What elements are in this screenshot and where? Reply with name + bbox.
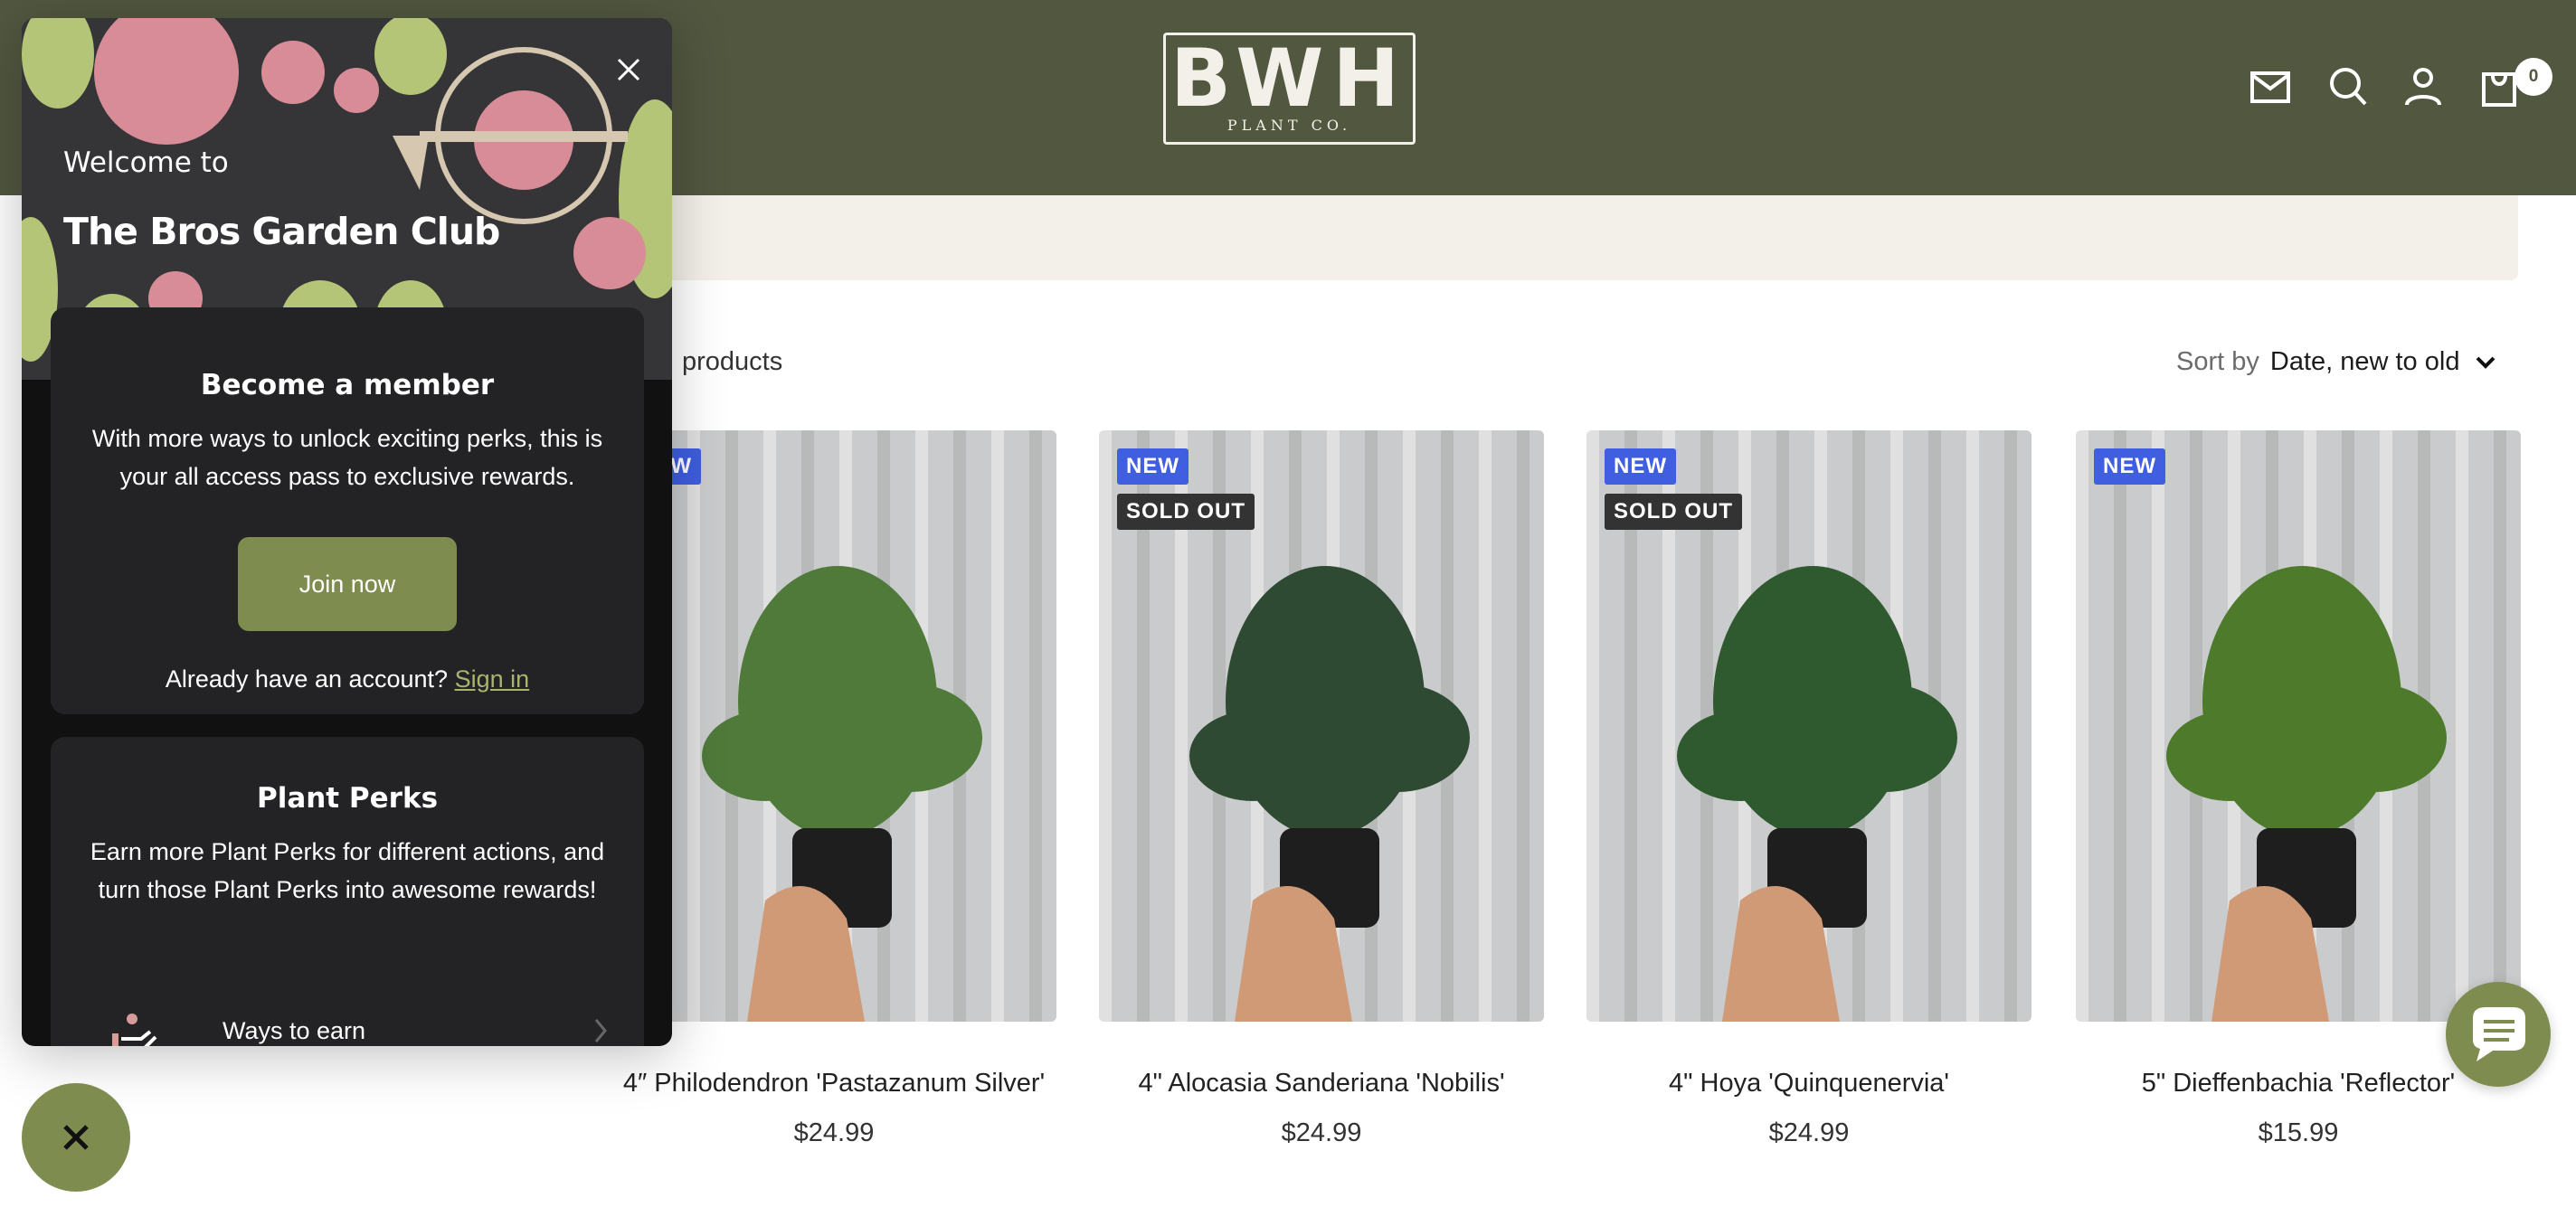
sold-out-badge: SOLD OUT — [1117, 494, 1255, 530]
mail-icon[interactable] — [2249, 65, 2292, 108]
product-price: $15.99 — [2258, 1118, 2339, 1147]
chevron-down-icon — [2477, 356, 2496, 370]
account-icon[interactable] — [2401, 65, 2445, 108]
plant-photo — [611, 430, 1042, 1022]
perks-heading: Plant Perks — [256, 782, 439, 815]
sign-in-link[interactable]: Sign in — [455, 665, 530, 693]
rewards-popup: Welcome to The Bros Garden Club Become a… — [22, 18, 672, 1046]
product-image[interactable]: NEW — [2076, 430, 2521, 1022]
ways-to-earn-label: Ways to earn — [223, 1017, 366, 1044]
product-title[interactable]: 4" Hoya 'Quinquenervia' — [1586, 1069, 2031, 1099]
chevron-right-icon — [594, 1019, 607, 1042]
product-price: $24.99 — [1281, 1118, 1362, 1147]
account-prompt: Already have an account? — [165, 665, 449, 693]
product-card[interactable]: NEW SOLD OUT 4" Alocasia Sanderiana 'Nobi… — [1099, 430, 1544, 1148]
earn-hand-icon — [112, 1014, 157, 1046]
bwh-logo[interactable]: BWH PLANT CO. — [1163, 33, 1416, 145]
new-badge: NEW — [2094, 448, 2165, 485]
sold-out-badge: SOLD OUT — [1605, 494, 1742, 530]
cart-count-badge: 0 — [2514, 58, 2552, 96]
search-icon[interactable] — [2327, 65, 2371, 108]
popup-title: The Bros Garden Club — [63, 210, 500, 253]
plant-photo — [2076, 430, 2506, 1022]
collection-banner — [597, 195, 2518, 280]
new-badge: NEW — [1605, 448, 1676, 485]
product-image[interactable]: NEW SOLD OUT — [1586, 430, 2031, 1022]
product-title[interactable]: 4" Alocasia Sanderiana 'Nobilis' — [1099, 1069, 1544, 1099]
popup-close-icon[interactable] — [615, 56, 642, 83]
product-card[interactable]: NEW 4″ Philodendron 'Pastazanum Silver' … — [611, 430, 1056, 1148]
membership-card: Become a member With more ways to unlock… — [51, 307, 644, 714]
product-image[interactable]: NEW — [611, 430, 1056, 1022]
close-icon — [63, 1125, 89, 1150]
chat-button[interactable] — [2446, 982, 2551, 1087]
member-heading: Become a member — [200, 369, 495, 401]
plant-perks-card: Plant Perks Earn more Plant Perks for di… — [51, 737, 644, 1046]
product-title[interactable]: 4″ Philodendron 'Pastazanum Silver' — [611, 1069, 1056, 1099]
perks-description: Earn more Plant Perks for different acti… — [90, 838, 605, 903]
chat-icon — [2473, 1007, 2525, 1061]
member-description: With more ways to unlock exciting perks,… — [91, 425, 603, 490]
product-card[interactable]: NEW SOLD OUT 4" Hoya 'Quinquenervia' $24.… — [1586, 430, 2031, 1148]
popup-welcome: Welcome to — [63, 146, 229, 179]
sort-value: Date, new to old — [2269, 347, 2460, 376]
ways-to-earn-row[interactable]: Ways to earn — [105, 1008, 611, 1046]
product-price: $24.99 — [1768, 1118, 1850, 1147]
logo-text: BWH — [1170, 32, 1408, 125]
new-badge: NEW — [1117, 448, 1189, 485]
rewards-launcher-close-button[interactable] — [22, 1083, 130, 1192]
sort-label: Sort by — [2176, 347, 2259, 376]
product-count: products — [682, 347, 783, 376]
join-now-button[interactable]: Join now — [238, 537, 457, 631]
sort-dropdown[interactable]: Sort by Date, new to old — [2176, 347, 2496, 377]
product-image[interactable]: NEW SOLD OUT — [1099, 430, 1544, 1022]
product-price: $24.99 — [793, 1118, 875, 1147]
signin-prompt: Already have an account? Sign in — [51, 665, 644, 693]
